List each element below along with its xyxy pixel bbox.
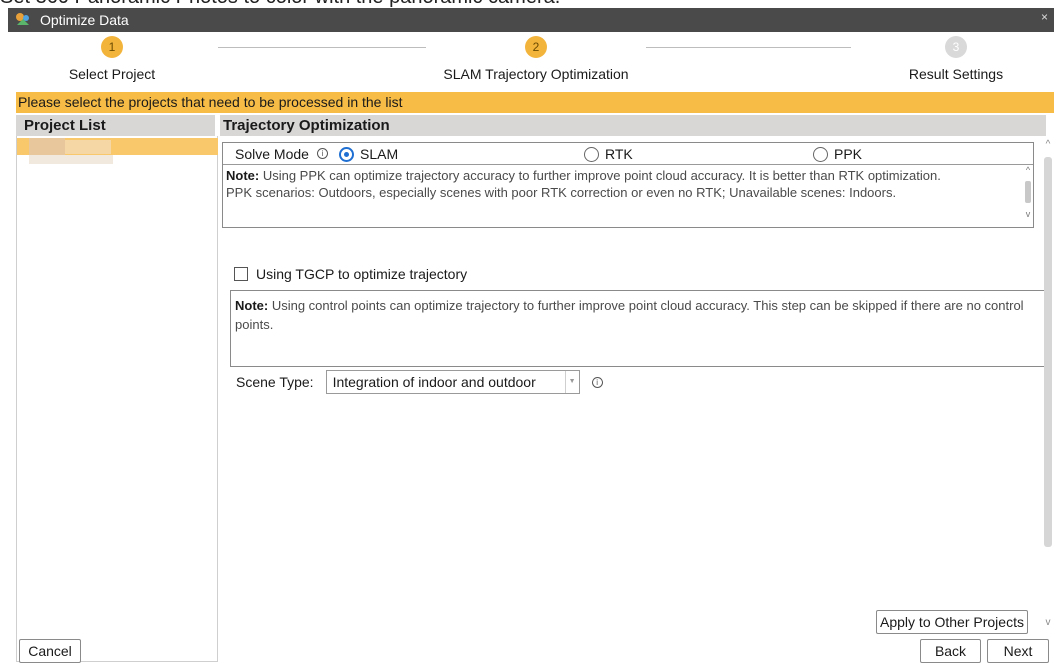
note-scrollbar[interactable]: ^ v xyxy=(1023,165,1033,227)
radio-label: RTK xyxy=(605,146,633,162)
background-caption: Set 360 Panoramic Photos to color with t… xyxy=(0,0,1054,8)
step-label: Result Settings xyxy=(908,66,1004,82)
close-icon[interactable]: × xyxy=(1041,10,1048,24)
radio-label: PPK xyxy=(834,146,863,162)
scroll-up-icon[interactable]: ^ xyxy=(1042,139,1054,151)
back-button[interactable]: Back xyxy=(920,639,981,663)
app-icon xyxy=(14,11,32,29)
scroll-down-icon[interactable]: v xyxy=(1023,209,1033,219)
optimize-data-dialog: 1 Select Project 2 SLAM Trajectory Optim… xyxy=(8,32,1054,669)
next-button[interactable]: Next xyxy=(987,639,1049,663)
radio-label: SLAM xyxy=(360,146,399,162)
project-list-header: Project List xyxy=(16,115,215,136)
info-icon[interactable]: i xyxy=(591,376,603,388)
info-icon[interactable]: i xyxy=(316,148,328,159)
ppk-note-line1: Using PPK can optimize trajectory accura… xyxy=(259,168,941,183)
solve-mode-box: Solve Mode i SLAM RTK PPK Note: Using PP… xyxy=(222,142,1034,228)
step-number: 1 xyxy=(101,36,123,58)
step-label: Select Project xyxy=(68,66,156,82)
instruction-banner: Please select the projects that need to … xyxy=(16,92,1054,113)
ppk-note-line2: PPK scenarios: Outdoors, especially scen… xyxy=(226,185,897,200)
scroll-thumb[interactable] xyxy=(1025,181,1031,203)
trajectory-optimization-header: Trajectory Optimization xyxy=(220,115,1046,136)
step-number: 3 xyxy=(945,36,967,58)
ppk-note: Note: Using PPK can optimize trajectory … xyxy=(223,165,1023,227)
scene-type-value: Integration of indoor and outdoor xyxy=(332,374,536,390)
redacted-project-name xyxy=(65,140,111,154)
redacted-project-name xyxy=(29,155,113,164)
step-number: 2 xyxy=(525,36,547,58)
solve-mode-label: Solve Mode xyxy=(235,145,309,162)
project-list-item-selected[interactable] xyxy=(17,138,218,155)
radio-button[interactable] xyxy=(584,146,599,162)
scene-type-label: Scene Type: xyxy=(236,374,314,390)
cancel-button[interactable]: Cancel xyxy=(19,639,81,663)
tgcp-checkbox-row[interactable]: Using TGCP to optimize trajectory xyxy=(234,266,467,282)
optimization-content: Solve Mode i SLAM RTK PPK Note: Using PP… xyxy=(220,136,1045,606)
tgcp-checkbox[interactable] xyxy=(234,267,248,281)
project-list[interactable] xyxy=(16,136,218,662)
note-prefix: Note: xyxy=(226,168,260,183)
stepper: 1 Select Project 2 SLAM Trajectory Optim… xyxy=(8,32,1054,88)
radio-button[interactable] xyxy=(813,146,828,162)
scroll-down-icon[interactable]: v xyxy=(1042,617,1054,629)
scene-type-select[interactable]: Integration of indoor and outdoor ▼ xyxy=(325,370,580,394)
step-label: SLAM Trajectory Optimization xyxy=(443,66,629,82)
radio-rtk[interactable]: RTK xyxy=(584,146,633,162)
tgcp-note: Note: Using control points can optimize … xyxy=(230,290,1045,367)
scroll-up-icon[interactable]: ^ xyxy=(1023,165,1033,175)
step-slam-trajectory: 2 SLAM Trajectory Optimization xyxy=(406,36,666,82)
tgcp-note-text: Using control points can optimize trajec… xyxy=(235,298,1024,332)
radio-button-checked[interactable] xyxy=(339,146,354,162)
step-connector xyxy=(646,47,851,48)
main-scrollbar[interactable]: ^ v xyxy=(1042,139,1054,629)
step-connector xyxy=(218,47,426,48)
step-select-project: 1 Select Project xyxy=(0,36,242,82)
solve-mode-row: Solve Mode i SLAM RTK PPK xyxy=(223,143,1033,165)
scroll-thumb[interactable] xyxy=(1044,157,1052,547)
apply-to-other-projects-button[interactable]: Apply to Other Projects xyxy=(876,610,1028,634)
step-result-settings: 3 Result Settings xyxy=(826,36,1054,82)
chevron-down-icon[interactable]: ▼ xyxy=(564,371,579,393)
scene-type-row: Scene Type: Integration of indoor and ou… xyxy=(236,370,603,394)
title-bar: Optimize Data × xyxy=(8,8,1054,32)
radio-slam[interactable]: SLAM xyxy=(339,146,398,162)
tgcp-label: Using TGCP to optimize trajectory xyxy=(256,266,468,282)
redacted-project-name xyxy=(29,138,65,155)
window-title: Optimize Data xyxy=(40,12,129,28)
note-prefix: Note: xyxy=(235,298,269,313)
radio-ppk[interactable]: PPK xyxy=(813,146,862,162)
